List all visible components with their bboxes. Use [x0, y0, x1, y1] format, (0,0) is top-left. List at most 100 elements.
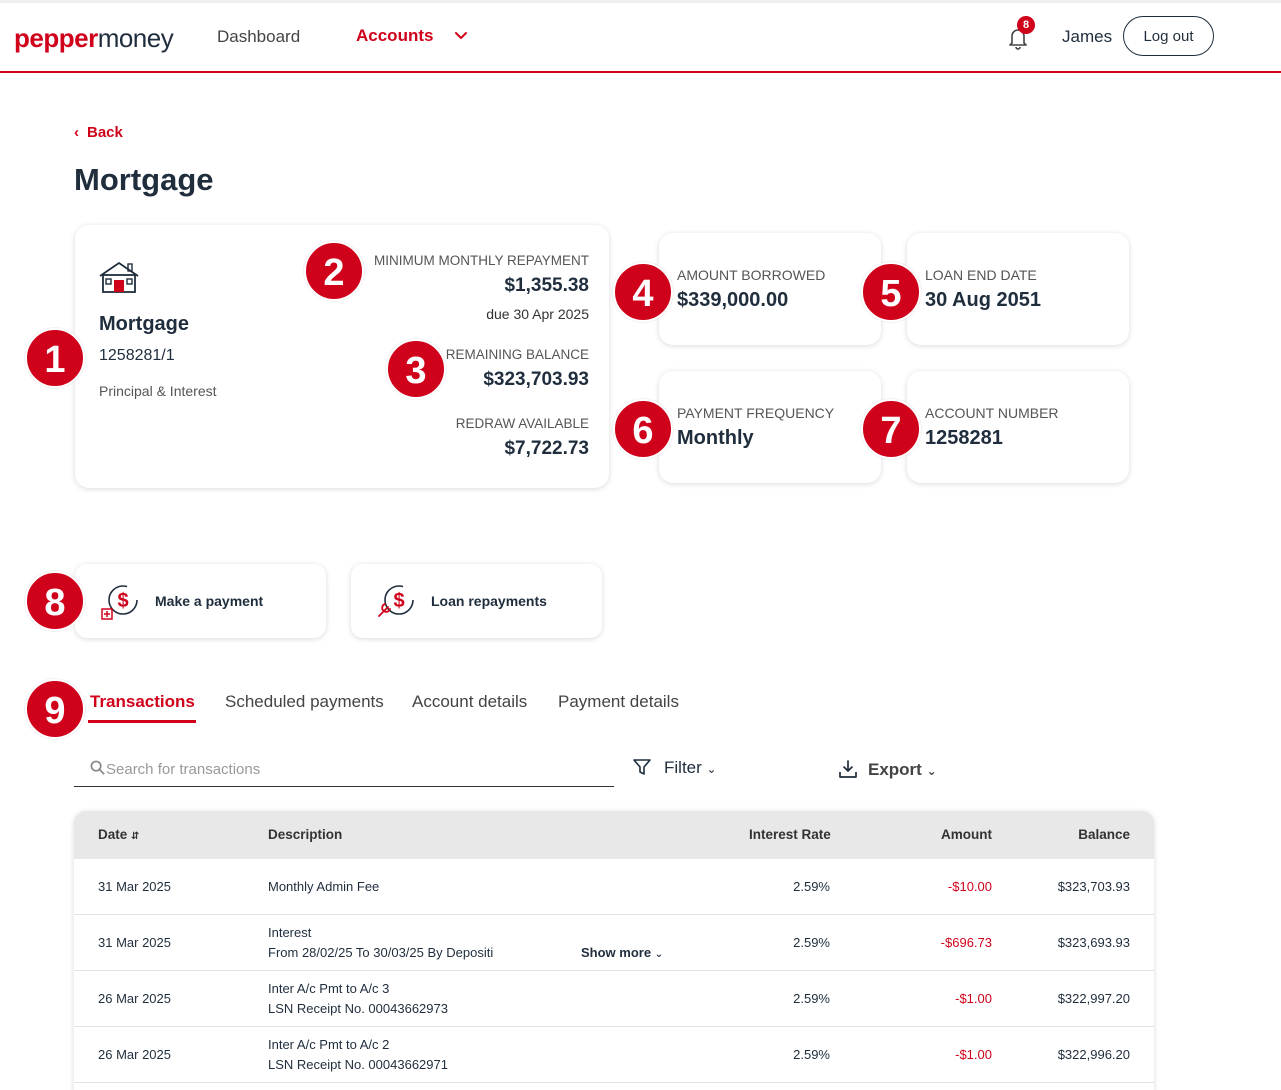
row-date: 26 Mar 2025 [98, 991, 171, 1006]
annotation-marker-6: 6 [613, 399, 673, 459]
payment-frequency-card: PAYMENT FREQUENCY Monthly [659, 371, 881, 483]
header-amount: Amount [941, 827, 992, 842]
annotation-marker-9: 9 [25, 679, 85, 739]
sort-icon: ⇵ [131, 831, 140, 842]
make-payment-label: Make a payment [155, 593, 264, 609]
annotation-marker-7: 7 [861, 399, 921, 459]
row-description: Inter A/c Pmt to A/c 2 [268, 1037, 390, 1052]
row-rate: 2.59% [793, 935, 830, 950]
search-input[interactable] [106, 756, 606, 782]
row-amount: -$696.73 [940, 935, 992, 950]
svg-text:$: $ [393, 590, 404, 612]
loan-repayments-button[interactable]: $ Loan repayments [351, 564, 602, 638]
annotation-marker-4: 4 [613, 262, 673, 322]
row-description-detail: LSN Receipt No. 00043662971 [268, 1057, 448, 1072]
amount-borrowed-label: AMOUNT BORROWED [677, 267, 826, 283]
remaining-balance-value: $323,703.93 [483, 369, 589, 390]
filter-icon[interactable] [632, 757, 652, 777]
row-description-detail: LSN Receipt No. 00043662973 [268, 1001, 448, 1016]
annotation-marker-3: 3 [386, 339, 446, 399]
table-row[interactable]: 31 Mar 2025 Monthly Admin Fee 2.59% -$10… [74, 859, 1154, 915]
table-header: Date ⇵ Description Interest Rate Amount … [74, 811, 1154, 859]
account-name: Mortgage [99, 313, 189, 335]
account-id: 1258281/1 [99, 347, 175, 364]
row-rate: 2.59% [793, 991, 830, 1006]
chevron-down-icon[interactable] [453, 28, 469, 44]
search-bar [74, 752, 614, 787]
amount-borrowed-card: AMOUNT BORROWED $339,000.00 [659, 233, 881, 345]
annotation-marker-5: 5 [861, 262, 921, 322]
annotation-marker-2: 2 [304, 241, 364, 301]
row-rate: 2.59% [793, 879, 830, 894]
transactions-table: Date ⇵ Description Interest Rate Amount … [74, 811, 1154, 1090]
back-link[interactable]: ‹ Back [74, 124, 123, 141]
make-payment-button[interactable]: $ Make a payment [75, 564, 326, 638]
active-tab-indicator [88, 720, 196, 723]
due-date: due 30 Apr 2025 [486, 306, 589, 322]
annotation-marker-1: 1 [25, 328, 85, 388]
filter-dropdown[interactable]: Filter ⌄ [664, 758, 717, 778]
nav-accounts[interactable]: Accounts [356, 26, 433, 46]
row-balance: $323,703.93 [1057, 879, 1130, 894]
row-rate: 2.59% [793, 1047, 830, 1062]
annotation-marker-8: 8 [25, 571, 85, 631]
chevron-left-icon: ‹ [74, 124, 79, 141]
svg-text:$: $ [117, 590, 128, 612]
row-description: Inter A/c Pmt to A/c 3 [268, 981, 390, 996]
row-balance: $322,997.20 [1057, 991, 1130, 1006]
show-more-button[interactable]: Show more ⌄ [581, 945, 663, 960]
payment-icon: $ [101, 585, 138, 620]
notification-badge: 8 [1017, 16, 1035, 34]
row-description-detail: From 28/02/25 To 30/03/25 By Depositi [268, 945, 494, 960]
header-balance: Balance [1078, 827, 1130, 842]
logout-button[interactable]: Log out [1123, 16, 1214, 56]
account-number-label: ACCOUNT NUMBER [925, 405, 1059, 421]
loan-type: Principal & Interest [99, 383, 217, 399]
user-name: James [1062, 27, 1113, 46]
loan-repayments-label: Loan repayments [431, 593, 547, 609]
loan-end-date-card: LOAN END DATE 30 Aug 2051 [907, 233, 1129, 345]
app-header: peppermoney Dashboard Accounts 8 James L… [0, 3, 1281, 73]
redraw-value: $7,722.73 [504, 438, 589, 459]
row-date: 26 Mar 2025 [98, 1047, 171, 1062]
min-repayment-value: $1,355.38 [504, 275, 589, 296]
tab-transactions[interactable]: Transactions [90, 692, 195, 712]
export-dropdown[interactable]: Export ⌄ [868, 760, 937, 780]
page-title: Mortgage [74, 162, 214, 197]
min-repayment-label: MINIMUM MONTHLY REPAYMENT [373, 253, 589, 268]
repayment-icon: $ [378, 585, 414, 617]
row-amount: -$10.00 [947, 879, 992, 894]
payment-frequency-label: PAYMENT FREQUENCY [677, 405, 835, 421]
table-row[interactable]: 26 Mar 2025 Inter A/c Pmt to A/c 3 LSN R… [74, 971, 1154, 1027]
loan-end-date-label: LOAN END DATE [925, 267, 1037, 283]
chevron-down-icon: ⌄ [706, 762, 717, 776]
payment-frequency-value: Monthly [677, 427, 754, 449]
row-description: Monthly Admin Fee [268, 879, 380, 894]
house-icon [99, 262, 139, 293]
row-balance: $322,996.20 [1057, 1047, 1130, 1062]
download-icon[interactable] [838, 759, 858, 779]
account-number-value: 1258281 [925, 427, 1003, 449]
header-description: Description [268, 827, 343, 842]
loan-end-date-value: 30 Aug 2051 [925, 289, 1041, 311]
row-amount: -$1.00 [955, 1047, 992, 1062]
tab-scheduled-payments[interactable]: Scheduled payments [225, 692, 384, 712]
chevron-down-icon: ⌄ [926, 764, 937, 778]
peppermoney-logo[interactable]: peppermoney [14, 23, 174, 54]
search-icon [90, 760, 105, 775]
row-date: 31 Mar 2025 [98, 879, 171, 894]
table-row[interactable]: 31 Mar 2025 Interest From 28/02/25 To 30… [74, 915, 1154, 971]
redraw-label: REDRAW AVAILABLE [455, 416, 589, 431]
remaining-balance-label: REMAINING BALANCE [445, 347, 589, 362]
row-balance: $323,693.93 [1057, 935, 1130, 950]
row-description: Interest [268, 925, 312, 940]
tab-payment-details[interactable]: Payment details [558, 692, 679, 712]
table-row[interactable]: 26 Mar 2025 Inter A/c Pmt to A/c 2 LSN R… [74, 1027, 1154, 1083]
header-date[interactable]: Date ⇵ [98, 827, 139, 842]
nav-dashboard[interactable]: Dashboard [217, 27, 300, 47]
header-interest-rate: Interest Rate [749, 827, 831, 842]
chevron-down-icon: ⌄ [654, 949, 664, 960]
tab-account-details[interactable]: Account details [412, 692, 527, 712]
row-amount: -$1.00 [955, 991, 992, 1006]
row-date: 31 Mar 2025 [98, 935, 171, 950]
